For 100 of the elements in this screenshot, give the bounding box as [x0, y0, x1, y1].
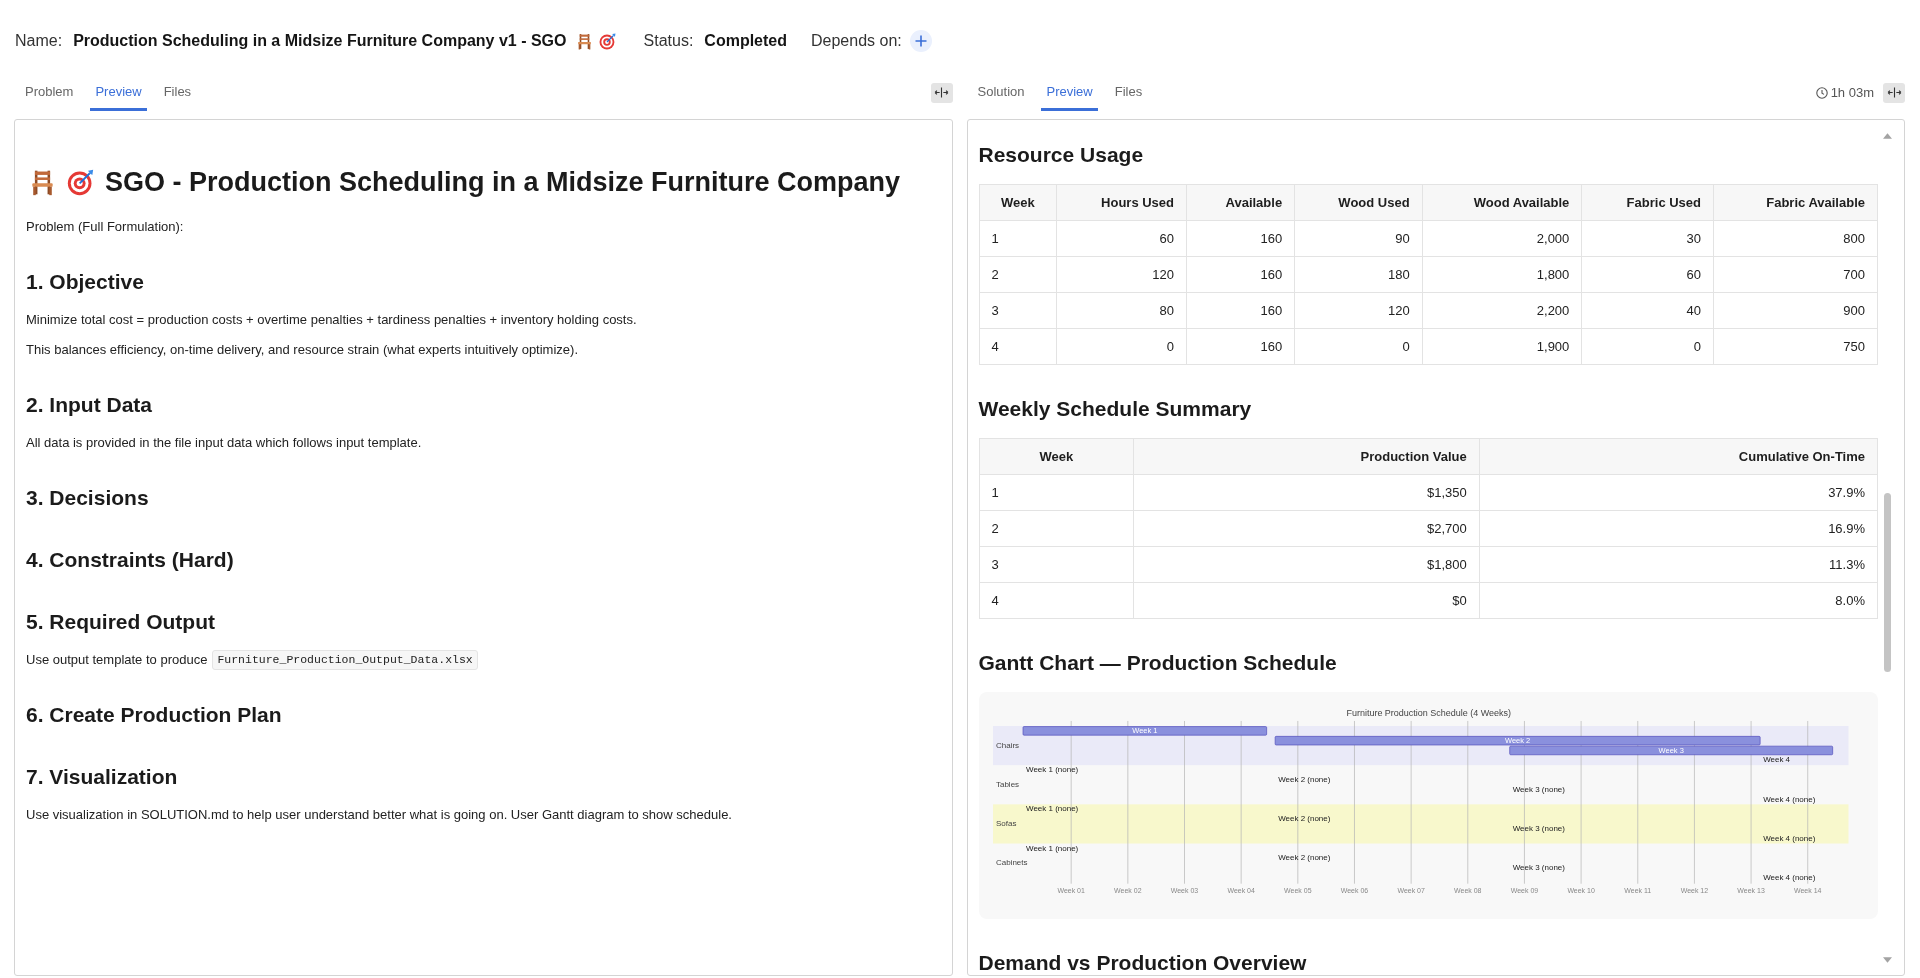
section-heading: Resource Usage [978, 143, 1145, 167]
tab[interactable]: Solution [972, 74, 1030, 111]
chair-icon [575, 32, 593, 50]
task-label: Week 4 (none) [1762, 833, 1815, 843]
table-cell: 160 [1186, 220, 1295, 257]
table-cell: 4 [979, 582, 1134, 619]
table-cell: 90 [1294, 220, 1423, 257]
target-icon [598, 32, 616, 50]
section-heading: 3. Decisions [26, 485, 150, 511]
table-cell: 16.9% [1479, 510, 1878, 547]
scrollbar-thumb[interactable] [1883, 493, 1891, 672]
table-header-cell: Available [1186, 184, 1295, 221]
split-view-button[interactable] [930, 82, 953, 103]
depends-label: Depends on: [811, 32, 902, 50]
paragraph: Problem (Full Formulation): [26, 218, 185, 236]
table-cell: 800 [1713, 220, 1878, 257]
table-cell: 2 [979, 256, 1057, 293]
table-cell: 60 [1056, 220, 1187, 257]
section-label: Cabinets [995, 858, 1027, 868]
tab[interactable]: Files [1109, 74, 1148, 111]
task-label: Week 2 (none) [1277, 775, 1330, 785]
file-name-code: Furniture_Production_Output_Data.xlsx [212, 650, 478, 670]
table-cell: 1,800 [1422, 256, 1582, 293]
table-header-cell: Wood Used [1294, 184, 1423, 221]
table-header-cell: Fabric Available [1713, 184, 1878, 221]
table-cell: 160 [1186, 328, 1295, 365]
table-header-cell: Week [979, 438, 1134, 475]
section-label: Sofas [995, 819, 1016, 829]
table-cell: 60 [1581, 256, 1714, 293]
section-label: Chairs [995, 740, 1019, 750]
table-cell: 80 [1056, 292, 1187, 329]
table-header-cell: Week [979, 184, 1057, 221]
task-label: Week 3 (none) [1512, 824, 1565, 834]
split-view-button[interactable] [1883, 82, 1905, 103]
table-cell: $1,800 [1133, 546, 1480, 583]
chair-icon [29, 168, 56, 196]
split-arrows-icon [1886, 87, 1902, 98]
tab[interactable]: Problem [20, 74, 79, 111]
task-label: Week 4 [1762, 755, 1790, 765]
tab[interactable]: Preview [90, 74, 147, 111]
table-cell: 40 [1581, 292, 1714, 329]
table-cell: 700 [1713, 256, 1878, 293]
table-header-cell: Cumulative On-Time [1479, 438, 1878, 475]
table-header-cell: Production Value [1133, 438, 1480, 475]
paragraph: Use output template to produce [26, 651, 208, 669]
table-cell: 8.0% [1479, 582, 1878, 619]
name-label: Name: [15, 32, 63, 50]
section-heading: 5. Required Output [26, 609, 216, 635]
table-cell: 0 [1294, 328, 1423, 365]
tab[interactable]: Files [158, 74, 197, 111]
table-cell: 1 [979, 220, 1057, 257]
table-header-cell: Hours Used [1056, 184, 1187, 221]
add-dependency-button[interactable] [909, 30, 932, 52]
section-heading: Demand vs Production Overview [978, 950, 1308, 975]
table-cell: 1,900 [1422, 328, 1582, 365]
table-cell: $1,350 [1133, 474, 1480, 511]
task-label: Week 1 (none) [1025, 765, 1078, 775]
paragraph: All data is provided in the file input data which follows input template. [26, 434, 423, 452]
task-label: Week 2 (none) [1277, 814, 1330, 824]
task-name: Production Scheduling in a Midsize Furniture Company v1 - SGO [73, 32, 567, 50]
target-icon [67, 168, 94, 196]
table-cell: 750 [1713, 328, 1878, 365]
task-label: Week 4 (none) [1762, 873, 1815, 882]
table-cell: 2,000 [1422, 220, 1582, 257]
table-cell: 0 [1056, 328, 1187, 365]
status-label: Status: [643, 32, 694, 50]
table-cell: 2 [979, 510, 1134, 547]
table-cell: $0 [1133, 582, 1480, 619]
table-cell: $2,700 [1133, 510, 1480, 547]
table-cell: 120 [1294, 292, 1423, 329]
section-heading: 2. Input Data [26, 392, 153, 418]
table-cell: 11.3% [1479, 546, 1878, 583]
tab[interactable]: Preview [1041, 74, 1098, 111]
table-header-cell: Wood Available [1422, 184, 1582, 221]
chart-title: Furniture Production Schedule (4 Weeks) [1345, 708, 1511, 719]
table-cell: 180 [1294, 256, 1423, 293]
paragraph: This balances efficiency, on-time delivery, and resource strain (what experts intuitively optimize). [26, 341, 579, 359]
status-value: Completed [704, 32, 787, 50]
task-label: Week 4 (none) [1762, 794, 1815, 804]
table-cell: 3 [979, 292, 1057, 329]
table-cell: 3 [979, 546, 1134, 583]
table-cell: 1 [979, 474, 1134, 511]
table-cell: 160 [1186, 292, 1295, 329]
plus-icon [914, 35, 927, 47]
task-label: Week 3 (none) [1512, 784, 1565, 794]
task-label: Week 3 (none) [1512, 863, 1565, 873]
scroll-up-arrow-icon[interactable] [1882, 133, 1892, 139]
table-cell: 4 [979, 328, 1057, 365]
task-label: Week 2 (none) [1277, 853, 1330, 863]
paragraph: Minimize total cost = production costs + overtime penalties + tardiness penalties + inventory holding costs. [26, 311, 638, 329]
table-cell: 2,200 [1422, 292, 1582, 329]
table-cell: 0 [1581, 328, 1714, 365]
table-header-cell: Fabric Used [1581, 184, 1714, 221]
table-cell: 120 [1056, 256, 1187, 293]
task-label: Week 1 (none) [1025, 804, 1078, 814]
elapsed-time: 1h 03m [1830, 85, 1874, 100]
table-cell: 160 [1186, 256, 1295, 293]
scroll-down-arrow-icon[interactable] [1882, 957, 1892, 963]
clock-icon [1815, 86, 1828, 99]
document-title: SGO - Production Scheduling in a Midsize Furniture Company [105, 166, 901, 198]
